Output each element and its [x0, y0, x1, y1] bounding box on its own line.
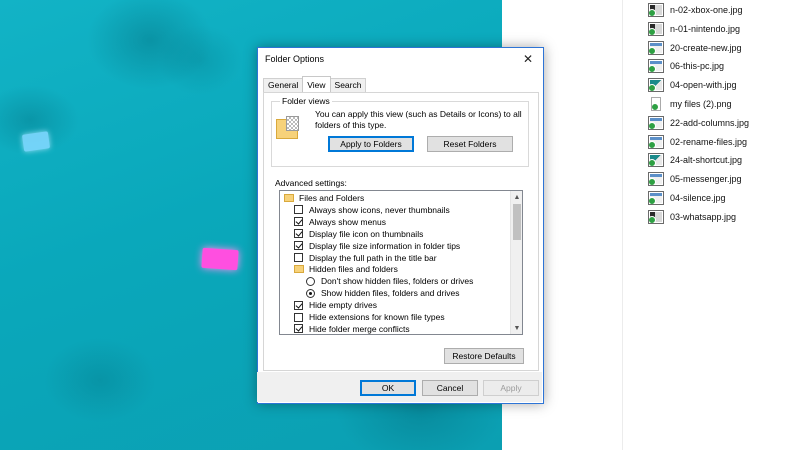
- folder-icon: [284, 194, 294, 202]
- settings-radio-row[interactable]: Show hidden files, folders and drives: [306, 287, 459, 299]
- setting-label: Display file size information in folder …: [309, 240, 461, 251]
- file-name: 03-whatsapp.jpg: [670, 211, 737, 222]
- settings-checkbox-row[interactable]: Display file size information in folder …: [294, 240, 460, 252]
- file-item[interactable]: 02-rename-files.jpg: [648, 133, 747, 151]
- setting-label: Show hidden files, folders and drives: [321, 288, 460, 299]
- setting-label: Display the full path in the title bar: [309, 252, 437, 263]
- image-file-icon: [648, 3, 664, 17]
- settings-checkbox-row[interactable]: Display the full path in the title bar: [294, 252, 437, 264]
- apply-button[interactable]: Apply: [483, 380, 539, 396]
- checkbox[interactable]: [294, 324, 303, 334]
- folder-views-description: You can apply this view (such as Details…: [315, 109, 522, 130]
- advanced-settings-tree[interactable]: ▲ ▼ Files and Folders Always show icons, …: [279, 190, 523, 335]
- cancel-button[interactable]: Cancel: [422, 380, 478, 396]
- settings-checkbox-row[interactable]: Hide empty drives: [294, 299, 377, 311]
- scroll-up-icon[interactable]: ▲: [511, 191, 522, 203]
- file-name: 04-open-with.jpg: [670, 80, 737, 91]
- setting-label: Hide extensions for known file types: [309, 312, 445, 322]
- file-name: 06-this-pc.jpg: [670, 61, 725, 72]
- advanced-settings-label: Advanced settings:: [275, 178, 347, 188]
- wallpaper-confetti-blue: [21, 131, 51, 152]
- checkbox[interactable]: [294, 300, 303, 310]
- ok-button[interactable]: OK: [360, 380, 416, 396]
- file-name: 05-messenger.jpg: [670, 174, 742, 185]
- file-item[interactable]: n-02-xbox-one.jpg: [648, 1, 743, 19]
- png-file-icon: [651, 97, 661, 111]
- file-name: 04-silence.jpg: [670, 193, 726, 203]
- checkbox[interactable]: [294, 229, 303, 239]
- image-file-icon: [648, 209, 664, 224]
- image-file-icon: [648, 134, 664, 149]
- settings-radio-row[interactable]: Don't show hidden files, folders or driv…: [306, 275, 473, 287]
- setting-label: Don't show hidden files, folders or driv…: [321, 276, 474, 287]
- setting-label: Files and Folders: [299, 193, 365, 203]
- checkbox[interactable]: [294, 253, 303, 262]
- checkbox[interactable]: [294, 241, 303, 251]
- dialog-footer: OK Cancel Apply: [257, 372, 542, 402]
- file-name: 02-rename-files.jpg: [670, 136, 748, 147]
- tab-view[interactable]: View: [302, 76, 331, 92]
- checkbox[interactable]: [294, 217, 303, 227]
- image-file-icon: [648, 59, 664, 74]
- file-name: n-01-nintendo.jpg: [670, 23, 741, 34]
- checkbox[interactable]: [294, 312, 303, 322]
- pane-divider: [622, 0, 623, 450]
- settings-checkbox-row[interactable]: Hide extensions for known file types: [294, 311, 445, 323]
- file-item[interactable]: 04-silence.jpg: [648, 189, 726, 207]
- file-item[interactable]: n-01-nintendo.jpg: [648, 20, 740, 38]
- file-item[interactable]: 06-this-pc.jpg: [648, 57, 724, 75]
- radio-button[interactable]: [306, 276, 315, 286]
- setting-label: Hidden files and folders: [309, 264, 398, 275]
- file-item[interactable]: 20-create-new.jpg: [648, 39, 742, 57]
- checkbox[interactable]: [294, 205, 303, 215]
- scroll-down-icon[interactable]: ▼: [511, 322, 522, 334]
- setting-label: Hide folder merge conflicts: [309, 323, 410, 334]
- settings-group-label: Files and Folders: [284, 192, 364, 204]
- wallpaper-confetti-pink: [201, 247, 239, 271]
- setting-label: Display file icon on thumbnails: [309, 228, 424, 239]
- folder-view-icon: [276, 115, 304, 143]
- image-file-icon: [648, 78, 664, 93]
- file-item[interactable]: 24-alt-shortcut.jpg: [648, 151, 742, 169]
- file-name: n-02-xbox-one.jpg: [670, 5, 743, 15]
- image-file-icon: [648, 40, 664, 55]
- apply-to-folders-button[interactable]: Apply to Folders: [328, 136, 414, 152]
- settings-checkbox-row[interactable]: Hide folder merge conflicts: [294, 323, 410, 334]
- image-file-icon: [648, 153, 664, 168]
- dialog-content: Folder views You can apply this view (su…: [257, 47, 544, 404]
- image-file-icon: [648, 115, 664, 130]
- image-file-icon: [648, 191, 664, 205]
- setting-label: Hide empty drives: [309, 300, 378, 311]
- file-name: 24-alt-shortcut.jpg: [670, 155, 743, 166]
- advanced-settings-scrollbar[interactable]: ▲ ▼: [510, 191, 522, 334]
- settings-checkbox-row[interactable]: Display file icon on thumbnails: [294, 228, 423, 240]
- file-name: 20-create-new.jpg: [670, 42, 742, 53]
- restore-defaults-button[interactable]: Restore Defaults: [444, 348, 524, 364]
- file-name: my files (2).png: [670, 99, 732, 109]
- file-name: 22-add-columns.jpg: [670, 117, 750, 128]
- file-item[interactable]: 03-whatsapp.jpg: [648, 208, 736, 226]
- image-file-icon: [648, 172, 664, 187]
- reset-folders-button[interactable]: Reset Folders: [427, 136, 513, 152]
- settings-checkbox-row[interactable]: Always show icons, never thumbnails: [294, 204, 450, 216]
- settings-checkbox-row[interactable]: Always show menus: [294, 216, 386, 228]
- explorer-file-pane: n-02-xbox-one.jpg n-01-nintendo.jpg 20-cre…: [502, 0, 800, 450]
- file-item[interactable]: 22-add-columns.jpg: [648, 114, 749, 132]
- folder-views-legend: Folder views: [280, 96, 332, 106]
- settings-group-label: Hidden files and folders: [294, 263, 398, 275]
- file-item[interactable]: 04-open-with.jpg: [648, 76, 737, 94]
- folder-icon: [294, 265, 304, 274]
- radio-button[interactable]: [306, 288, 315, 298]
- setting-label: Always show menus: [309, 216, 387, 227]
- file-item[interactable]: my files (2).png: [648, 95, 732, 113]
- file-item[interactable]: 05-messenger.jpg: [648, 170, 742, 188]
- image-file-icon: [648, 21, 664, 36]
- setting-label: Always show icons, never thumbnails: [309, 204, 450, 215]
- scroll-thumb[interactable]: [513, 204, 521, 240]
